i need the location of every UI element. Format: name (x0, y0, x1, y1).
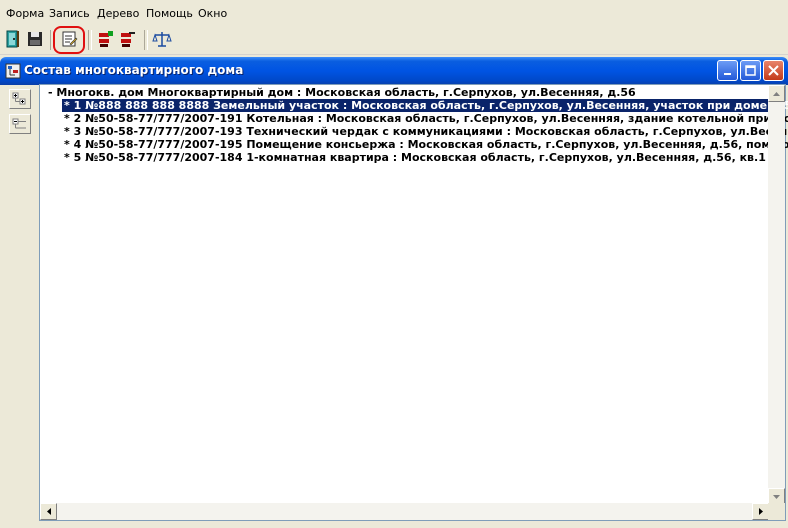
tree-node[interactable]: * 3 №50-58-77/777/2007-193 Технический ч… (64, 125, 788, 138)
scroll-right-button[interactable] (752, 503, 769, 520)
window-title: Состав многоквартирного дома (24, 63, 244, 77)
add-node-icon[interactable] (94, 28, 116, 50)
exit-door-icon[interactable] (2, 28, 24, 50)
delete-node-icon[interactable] (116, 28, 138, 50)
tree-view[interactable]: - Многокв. дом Многоквартирный дом : Мос… (39, 84, 788, 521)
save-icon[interactable] (24, 28, 46, 50)
close-button[interactable] (763, 60, 784, 81)
window-titlebar[interactable]: Состав многоквартирного дома (0, 57, 788, 85)
toolbar-separator (144, 30, 148, 50)
tree-window: Состав многоквартирного дома - Многокв. … (0, 57, 788, 528)
scales-icon[interactable] (151, 28, 173, 50)
maximize-button[interactable] (740, 60, 761, 81)
menu-form[interactable]: Форма (6, 7, 44, 20)
tree-node[interactable]: * 5 №50-58-77/777/2007-184 1-комнатная к… (64, 151, 766, 164)
scroll-left-button[interactable] (40, 503, 57, 520)
tree-node[interactable]: * 4 №50-58-77/777/2007-195 Помещение кон… (64, 138, 788, 151)
expand-all-button[interactable] (9, 89, 31, 109)
toolbar (0, 26, 788, 55)
tree-node[interactable]: * 2 №50-58-77/777/2007-191 Котельная : М… (64, 112, 788, 125)
menu-bar: Форма Запись Дерево Помощь Окно (0, 0, 788, 26)
scroll-up-button[interactable] (768, 85, 785, 102)
minimize-button[interactable] (717, 60, 738, 81)
scroll-track-mark (435, 503, 437, 520)
tree-root-node[interactable]: - Многокв. дом Многоквартирный дом : Мос… (48, 86, 636, 99)
window-app-icon (5, 63, 21, 79)
menu-record[interactable]: Запись (49, 7, 90, 20)
vertical-scrollbar[interactable] (768, 85, 785, 505)
menu-help[interactable]: Помощь (146, 7, 193, 20)
collapse-tree-icon (12, 118, 26, 129)
menu-window[interactable]: Окно (198, 7, 227, 20)
horizontal-scrollbar[interactable] (40, 503, 769, 520)
menu-tree[interactable]: Дерево (97, 7, 139, 20)
scroll-corner (768, 503, 785, 520)
tree-node-selected[interactable]: * 1 №888 888 888 8888 Земельный участок … (62, 99, 788, 112)
tree-side-panel (4, 87, 38, 521)
collapse-all-button[interactable] (9, 114, 31, 134)
highlight-ring (53, 26, 85, 54)
expand-tree-icon (12, 92, 26, 105)
toolbar-separator (88, 30, 92, 50)
